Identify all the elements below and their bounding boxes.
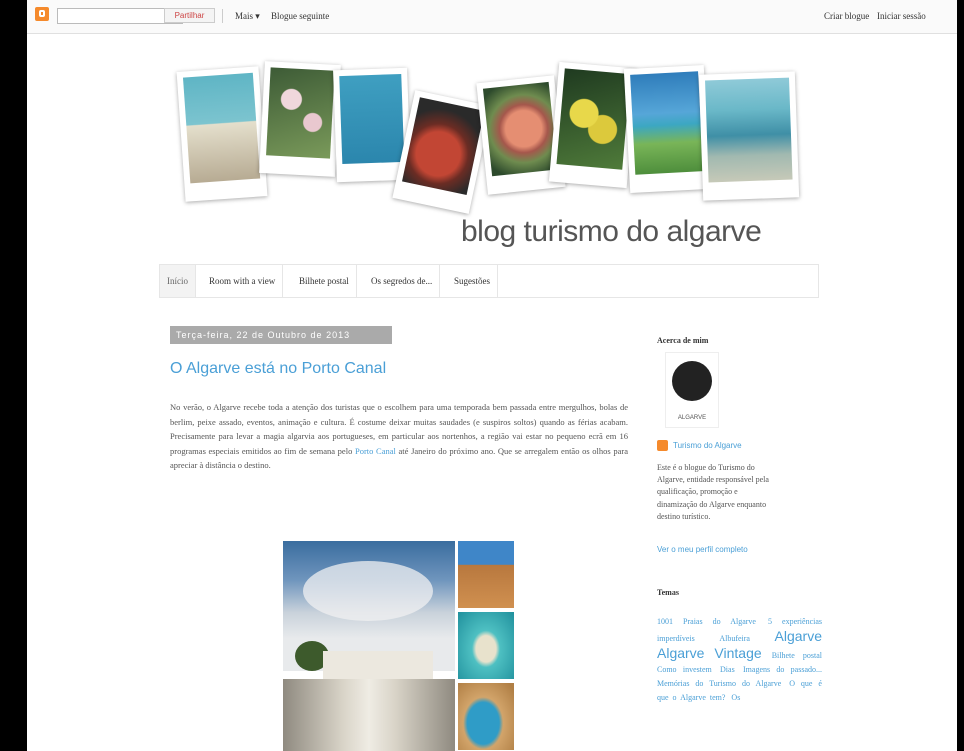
tab-bilhete-postal[interactable]: Bilhete postal bbox=[292, 265, 357, 297]
tag-link[interactable]: Albufeira bbox=[719, 634, 750, 643]
tag-link[interactable]: 1001 Praias do Algarve bbox=[657, 617, 756, 626]
tag-link[interactable]: Como investem bbox=[657, 665, 712, 674]
sign-in-link[interactable]: Iniciar sessão bbox=[877, 11, 926, 21]
header-photo-flowers bbox=[259, 61, 341, 177]
avatar-caption: ALGARVE bbox=[677, 415, 707, 421]
tab-inicio[interactable]: Início bbox=[160, 265, 196, 297]
post-body: No verão, o Algarve recebe toda a atençã… bbox=[170, 400, 628, 473]
blogger-navbar: ⚲ Partilhar Mais ▾ Blogue seguinte Criar… bbox=[27, 0, 957, 34]
tab-sugestoes[interactable]: Sugestões bbox=[447, 265, 498, 297]
blogger-logo-icon[interactable] bbox=[35, 7, 49, 21]
post-image-stairs bbox=[283, 679, 455, 751]
about-text: Este é o blogue do Turismo do Algarve, e… bbox=[657, 463, 769, 521]
more-menu[interactable]: Mais ▾ bbox=[235, 11, 260, 22]
navbar-divider bbox=[222, 9, 223, 23]
next-blog-link[interactable]: Blogue seguinte bbox=[271, 11, 329, 21]
post-image-fort[interactable] bbox=[458, 541, 514, 608]
header-photo-sea bbox=[623, 64, 711, 194]
post-image-lagoon[interactable] bbox=[458, 683, 514, 750]
blogger-profile-icon bbox=[657, 440, 668, 451]
view-full-profile-link[interactable]: Ver o meu perfil completo bbox=[657, 545, 748, 554]
post-title[interactable]: O Algarve está no Porto Canal bbox=[170, 360, 386, 378]
tag-link[interactable]: Algarve bbox=[775, 628, 822, 644]
tab-os-segredos[interactable]: Os segredos de... bbox=[364, 265, 441, 297]
share-button[interactable]: Partilhar bbox=[164, 8, 215, 23]
tag-link[interactable]: Memórias do Turismo do Algarve bbox=[657, 679, 781, 688]
tag-link[interactable]: Bilhete postal bbox=[772, 651, 822, 660]
tag-link[interactable]: Imagens do passado... bbox=[743, 665, 822, 674]
porto-canal-link[interactable]: Porto Canal bbox=[355, 446, 396, 456]
tag-cloud: 1001 Praias do Algarve 5 experiências im… bbox=[657, 614, 822, 704]
create-blog-link[interactable]: Criar blogue bbox=[824, 11, 869, 21]
header-photo-cliffs bbox=[698, 71, 800, 201]
post-image-building bbox=[323, 651, 433, 681]
header-photo-lighthouse bbox=[176, 66, 268, 202]
tag-link[interactable]: Os bbox=[731, 693, 740, 702]
post-image-main[interactable] bbox=[283, 541, 455, 751]
blog-header[interactable]: blog turismo do algarve bbox=[176, 55, 807, 265]
blog-page: ⚲ Partilhar Mais ▾ Blogue seguinte Criar… bbox=[27, 0, 957, 751]
post-date-header: Terça-feira, 22 de Outubro de 2013 bbox=[170, 326, 392, 344]
post-image-beach[interactable] bbox=[458, 612, 514, 679]
about-heading: Acerca de mim bbox=[657, 336, 709, 345]
tab-room-with-a-view[interactable]: Room with a view bbox=[202, 265, 284, 297]
blog-title[interactable]: blog turismo do algarve bbox=[461, 215, 762, 249]
post-image-clouds bbox=[303, 561, 433, 621]
page-tabs: Início Room with a view Bilhete postal O… bbox=[159, 264, 819, 298]
profile-name-link[interactable]: Turismo do Algarve bbox=[673, 441, 742, 450]
avatar-logo bbox=[672, 361, 712, 401]
themes-heading: Temas bbox=[657, 588, 679, 597]
tag-link[interactable]: Algarve Vintage bbox=[657, 645, 762, 661]
tag-link[interactable]: Dias bbox=[720, 665, 735, 674]
avatar[interactable]: ALGARVE bbox=[665, 352, 719, 428]
